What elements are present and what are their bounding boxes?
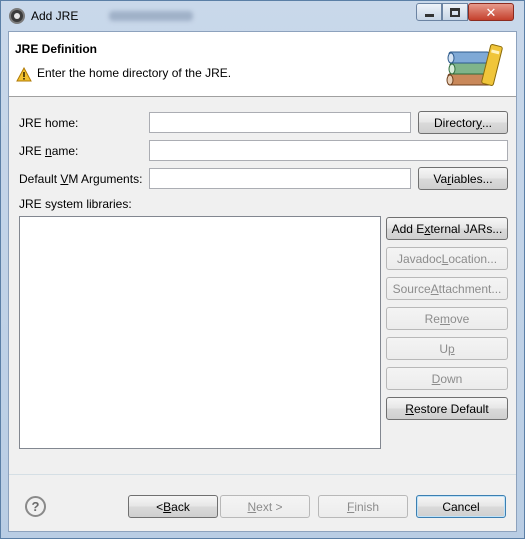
up-button[interactable]: Up [386, 337, 508, 360]
back-label-mnemonic: B [163, 499, 172, 514]
dialog-client-area: JRE Definition Enter the home directory … [8, 31, 517, 532]
jre-home-label: JRE home: [19, 116, 79, 130]
title-bar[interactable]: Add JRE ✕ [1, 1, 524, 31]
remove-label-post: ove [449, 311, 470, 326]
add-external-jars-label-pre: Add E [391, 221, 425, 236]
down-label-post: own [440, 371, 463, 386]
jre-name-label-post: ame: [51, 144, 79, 158]
javadoc-location-label-pre: Javadoc [396, 251, 442, 266]
jre-name-label-pre: JRE [19, 144, 46, 158]
directory-button[interactable]: Director y... [418, 111, 508, 134]
javadoc-location-label-post: ocation... [448, 251, 498, 266]
next-label-post: ext > [256, 499, 283, 514]
system-libraries-list[interactable] [19, 216, 381, 449]
source-attachment-label-post: ttachment... [438, 281, 502, 296]
finish-button[interactable]: Finish [318, 495, 408, 518]
up-label-pre: U [439, 341, 448, 356]
add-jre-window: Add JRE ✕ JRE Definition Enter the home … [0, 0, 525, 539]
source-attachment-label-mnemonic: A [430, 281, 439, 296]
variables-button[interactable]: Va r iables... [418, 167, 508, 190]
wizard-header: JRE Definition Enter the home directory … [9, 32, 516, 97]
add-external-jars-label-post: ternal JARs... [430, 221, 503, 236]
remove-button[interactable]: Re m ove [386, 307, 508, 330]
source-attachment-button[interactable]: Source Attachment... [386, 277, 508, 300]
back-label-post: ack [171, 499, 190, 514]
system-libraries-label: JRE system libraries: [19, 197, 132, 211]
help-icon[interactable]: ? [25, 496, 46, 517]
close-icon: ✕ [485, 4, 497, 20]
finish-label-mnemonic: F [346, 499, 355, 514]
vm-arguments-label-pre: Default [19, 172, 61, 186]
jre-name-label: JRE name: [19, 144, 78, 158]
remove-label-mnemonic: m [439, 311, 450, 326]
javadoc-location-label-mnemonic: L [441, 251, 449, 266]
eclipse-icon [9, 8, 25, 24]
cancel-label: Cancel [442, 499, 480, 514]
finish-label-post: inish [354, 499, 380, 514]
header-message: Enter the home directory of the JRE. [37, 66, 232, 80]
down-label-mnemonic: D [431, 371, 441, 386]
javadoc-location-button[interactable]: Javadoc Location... [386, 247, 508, 270]
remove-label-pre: Re [424, 311, 440, 326]
minimize-icon [424, 13, 434, 17]
variables-label-pre: Va [433, 171, 448, 186]
next-label-mnemonic: N [247, 499, 257, 514]
close-button[interactable]: ✕ [468, 3, 514, 21]
jre-home-input[interactable] [149, 112, 411, 133]
restore-default-label-mnemonic: R [405, 401, 414, 416]
minimize-button[interactable] [416, 3, 442, 21]
warning-icon [16, 67, 32, 82]
source-attachment-label-pre: Source [392, 281, 431, 296]
directory-label-post: ... [482, 115, 493, 130]
page-title: JRE Definition [15, 42, 98, 56]
jre-books-icon [446, 44, 503, 86]
cancel-button[interactable]: Cancel [416, 495, 506, 518]
add-external-jars-button[interactable]: Add Ex ternal JARs... [386, 217, 508, 240]
jre-name-input[interactable] [149, 140, 508, 161]
maximize-button[interactable] [442, 3, 468, 21]
maximize-icon [450, 7, 460, 17]
blurred-title-text [109, 11, 193, 21]
back-label-pre: < [156, 499, 164, 514]
vm-arguments-input[interactable] [149, 168, 411, 189]
vm-arguments-label-post: M Arguments: [68, 172, 143, 186]
vm-arguments-label: Default VM Arguments: [19, 172, 142, 186]
jre-name-label-mnemonic: n [45, 144, 52, 158]
window-title: Add JRE [31, 9, 79, 23]
variables-label-post: iables... [451, 171, 493, 186]
restore-default-label-post: estore Default [413, 401, 489, 416]
restore-default-button[interactable]: Restore Default [386, 397, 508, 420]
down-button[interactable]: Down [386, 367, 508, 390]
next-button[interactable]: Next > [220, 495, 310, 518]
up-label-mnemonic: p [447, 341, 455, 356]
directory-label-pre: Director [433, 115, 476, 130]
back-button[interactable]: < Back [128, 495, 218, 518]
footer-divider [9, 474, 516, 475]
